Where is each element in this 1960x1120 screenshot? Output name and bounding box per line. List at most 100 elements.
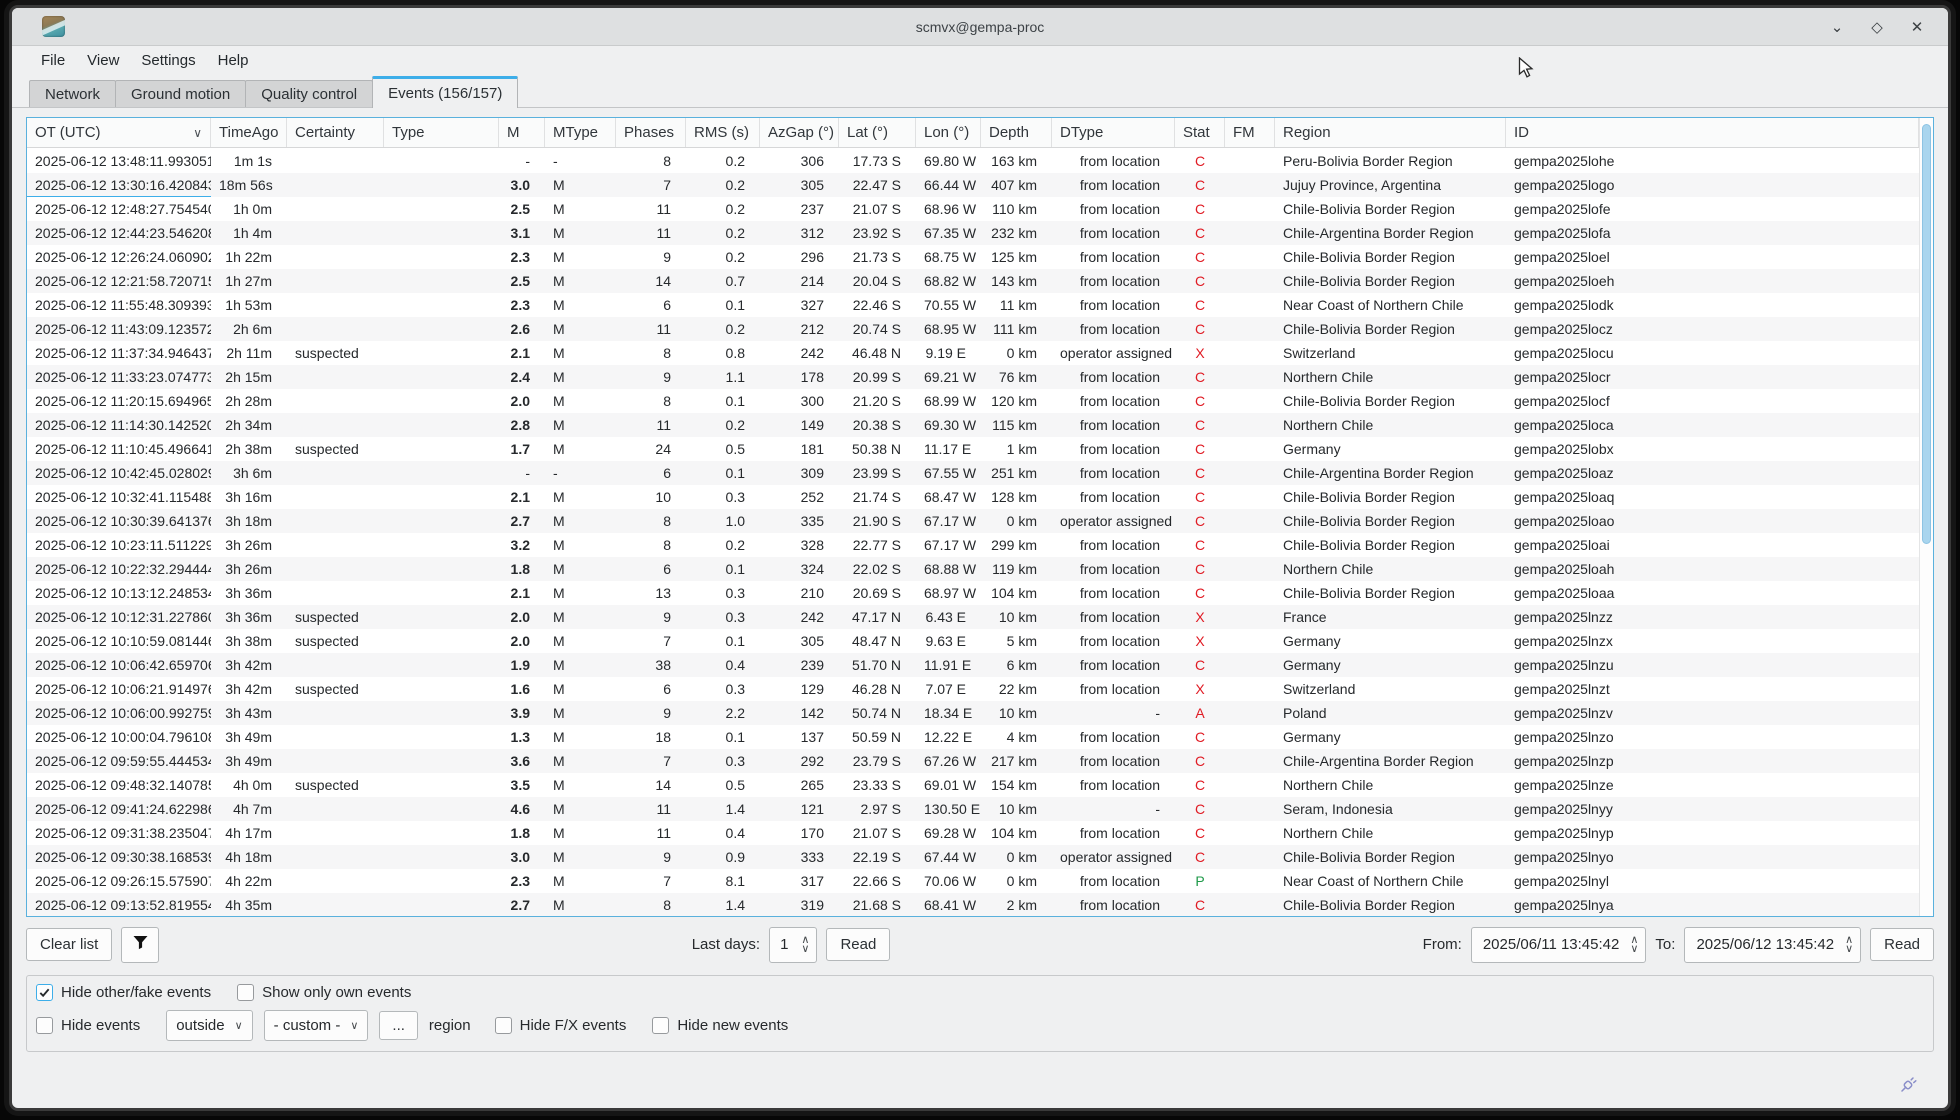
table-row[interactable]: 2025-06-12 13:30:16.42084318m 56s3.0M70.… [27, 173, 1919, 197]
cell-region: Chile-Bolivia Border Region [1275, 245, 1506, 269]
show-only-own-events-checkbox[interactable]: Show only own events [237, 984, 411, 1001]
read-last-days-button[interactable]: Read [826, 928, 890, 961]
table-row[interactable]: 2025-06-12 10:12:31.2278603h 36msuspecte… [27, 605, 1919, 629]
cell-mtype: M [545, 365, 616, 389]
table-row[interactable]: 2025-06-12 10:13:12.2485343h 36m2.1M130.… [27, 581, 1919, 605]
tab-quality-control[interactable]: Quality control [245, 80, 373, 107]
from-datetime-field[interactable]: 2025/06/11 13:45:42 ∧∨ [1471, 927, 1647, 963]
checkbox-label: Hide F/X events [520, 1017, 627, 1034]
table-row[interactable]: 2025-06-12 12:48:27.7545401h 0m2.5M110.2… [27, 197, 1919, 221]
maximize-button[interactable]: ◇ [1868, 18, 1886, 36]
cell-lat: 51.70 N [839, 653, 916, 677]
last-days-spinbox[interactable]: 1 ∧∨ [769, 927, 817, 963]
cell-m: 2.1 [499, 581, 545, 605]
column-header-lon[interactable]: Lon (°) [916, 118, 981, 147]
table-row[interactable]: 2025-06-12 10:30:39.6413763h 18m2.7M81.0… [27, 509, 1919, 533]
column-header-phases[interactable]: Phases [616, 118, 686, 147]
hide-new-events-checkbox[interactable]: Hide new events [652, 1017, 788, 1034]
table-row[interactable]: 2025-06-12 11:10:45.4966412h 38msuspecte… [27, 437, 1919, 461]
column-header-id[interactable]: ID [1506, 118, 1919, 147]
tab-events[interactable]: Events (156/157) [372, 76, 518, 108]
cell-phases: 10 [616, 485, 686, 509]
column-header-stat[interactable]: Stat [1175, 118, 1225, 147]
table-row[interactable]: 2025-06-12 11:55:48.3093931h 53m2.3M60.1… [27, 293, 1919, 317]
cell-rms: 0.4 [686, 653, 760, 677]
table-row[interactable]: 2025-06-12 11:43:09.1235722h 6m2.6M110.2… [27, 317, 1919, 341]
cell-stat: C [1175, 389, 1225, 413]
menu-settings[interactable]: Settings [130, 46, 206, 75]
region-preset-combobox[interactable]: - custom - ∨ [264, 1010, 369, 1041]
table-row[interactable]: 2025-06-12 10:00:04.7961083h 49m1.3M180.… [27, 725, 1919, 749]
close-button[interactable]: ✕ [1908, 18, 1926, 36]
table-row[interactable]: 2025-06-12 09:26:15.5759074h 22m2.3M78.1… [27, 869, 1919, 893]
menu-view[interactable]: View [76, 46, 130, 75]
hide-other-fake-events-checkbox[interactable]: Hide other/fake events [36, 984, 211, 1001]
column-header-certainty[interactable]: Certainty [287, 118, 384, 147]
column-header-m[interactable]: M [499, 118, 545, 147]
table-row[interactable]: 2025-06-12 10:10:59.0814463h 38msuspecte… [27, 629, 1919, 653]
tab-network[interactable]: Network [29, 80, 116, 107]
cell-mtype: M [545, 533, 616, 557]
column-header-dtype[interactable]: DType [1052, 118, 1175, 147]
table-row[interactable]: 2025-06-12 09:48:32.1407854h 0msuspected… [27, 773, 1919, 797]
cell-type [384, 773, 499, 797]
table-row[interactable]: 2025-06-12 11:14:30.1425202h 34m2.8M110.… [27, 413, 1919, 437]
filter-button[interactable] [121, 927, 159, 963]
table-row[interactable]: 2025-06-12 10:32:41.1154883h 16m2.1M100.… [27, 485, 1919, 509]
read-range-button[interactable]: Read [1870, 928, 1934, 961]
column-header-time_ago[interactable]: TimeAgo [211, 118, 287, 147]
table-row[interactable]: 2025-06-12 10:06:00.9927593h 43m3.9M92.2… [27, 701, 1919, 725]
column-header-lat[interactable]: Lat (°) [839, 118, 916, 147]
scrollbar-thumb[interactable] [1922, 124, 1931, 544]
table-row[interactable]: 2025-06-12 10:06:42.6597063h 42m1.9M380.… [27, 653, 1919, 677]
table-row[interactable]: 2025-06-12 10:22:32.2944443h 26m1.8M60.1… [27, 557, 1919, 581]
column-header-fm[interactable]: FM [1225, 118, 1275, 147]
cell-region: Chile-Bolivia Border Region [1275, 845, 1506, 869]
cell-lat: 21.90 S [839, 509, 916, 533]
table-row[interactable]: 2025-06-12 11:37:34.9464372h 11msuspecte… [27, 341, 1919, 365]
vertical-scrollbar[interactable] [1919, 118, 1933, 916]
cell-certainty: suspected [287, 677, 384, 701]
spinner-arrows-icon[interactable]: ∧∨ [1627, 936, 1645, 954]
table-row[interactable]: 2025-06-12 09:59:55.4445343h 49m3.6M70.3… [27, 749, 1919, 773]
region-browse-button[interactable]: ... [379, 1011, 418, 1040]
clear-list-button[interactable]: Clear list [26, 928, 112, 961]
column-header-region[interactable]: Region [1275, 118, 1506, 147]
column-header-type[interactable]: Type [384, 118, 499, 147]
cell-azgap: 319 [760, 893, 839, 916]
hide-events-checkbox[interactable]: Hide events [36, 1017, 140, 1034]
table-row[interactable]: 2025-06-12 09:41:24.6229864h 7m4.6M111.4… [27, 797, 1919, 821]
menu-help[interactable]: Help [207, 46, 260, 75]
table-row[interactable]: 2025-06-12 12:21:58.7207151h 27m2.5M140.… [27, 269, 1919, 293]
cell-fm [1225, 821, 1275, 845]
table-row[interactable]: 2025-06-12 09:13:52.8195544h 35m2.7M81.4… [27, 893, 1919, 916]
hide-fx-events-checkbox[interactable]: Hide F/X events [495, 1017, 627, 1034]
to-datetime-field[interactable]: 2025/06/12 13:45:42 ∧∨ [1684, 927, 1861, 963]
table-row[interactable]: 2025-06-12 13:48:11.9930511m 1s--80.2306… [27, 149, 1919, 173]
column-header-mtype[interactable]: MType [545, 118, 616, 147]
column-header-rms[interactable]: RMS (s) [686, 118, 760, 147]
cell-m: 1.9 [499, 653, 545, 677]
table-row[interactable]: 2025-06-12 11:20:15.6949652h 28m2.0M80.1… [27, 389, 1919, 413]
table-row[interactable]: 2025-06-12 10:23:11.5112293h 26m3.2M80.2… [27, 533, 1919, 557]
inside-outside-combobox[interactable]: outside ∨ [166, 1010, 252, 1041]
cell-stat: X [1175, 677, 1225, 701]
column-header-azgap[interactable]: AzGap (°) [760, 118, 839, 147]
table-row[interactable]: 2025-06-12 10:06:21.9149763h 42msuspecte… [27, 677, 1919, 701]
table-row[interactable]: 2025-06-12 09:30:38.1685394h 18m3.0M90.9… [27, 845, 1919, 869]
cell-depth: 1 km [981, 437, 1052, 461]
spinner-arrows-icon[interactable]: ∧∨ [798, 936, 816, 954]
spinner-arrows-icon[interactable]: ∧∨ [1842, 936, 1860, 954]
column-header-depth[interactable]: Depth [981, 118, 1052, 147]
table-row[interactable]: 2025-06-12 11:33:23.0747732h 15m2.4M91.1… [27, 365, 1919, 389]
table-row[interactable]: 2025-06-12 12:26:24.0609021h 22m2.3M90.2… [27, 245, 1919, 269]
column-header-ot[interactable]: OT (UTC)∨ [27, 118, 211, 147]
cell-stat: C [1175, 221, 1225, 245]
table-row[interactable]: 2025-06-12 10:42:45.0280293h 6m--60.1309… [27, 461, 1919, 485]
table-row[interactable]: 2025-06-12 12:44:23.5462081h 4m3.1M110.2… [27, 221, 1919, 245]
tab-ground-motion[interactable]: Ground motion [115, 80, 246, 107]
menu-file[interactable]: File [30, 46, 76, 75]
minimize-button[interactable]: ⌄ [1828, 18, 1846, 36]
table-row[interactable]: 2025-06-12 09:31:38.2350474h 17m1.8M110.… [27, 821, 1919, 845]
cell-phases: 9 [616, 845, 686, 869]
